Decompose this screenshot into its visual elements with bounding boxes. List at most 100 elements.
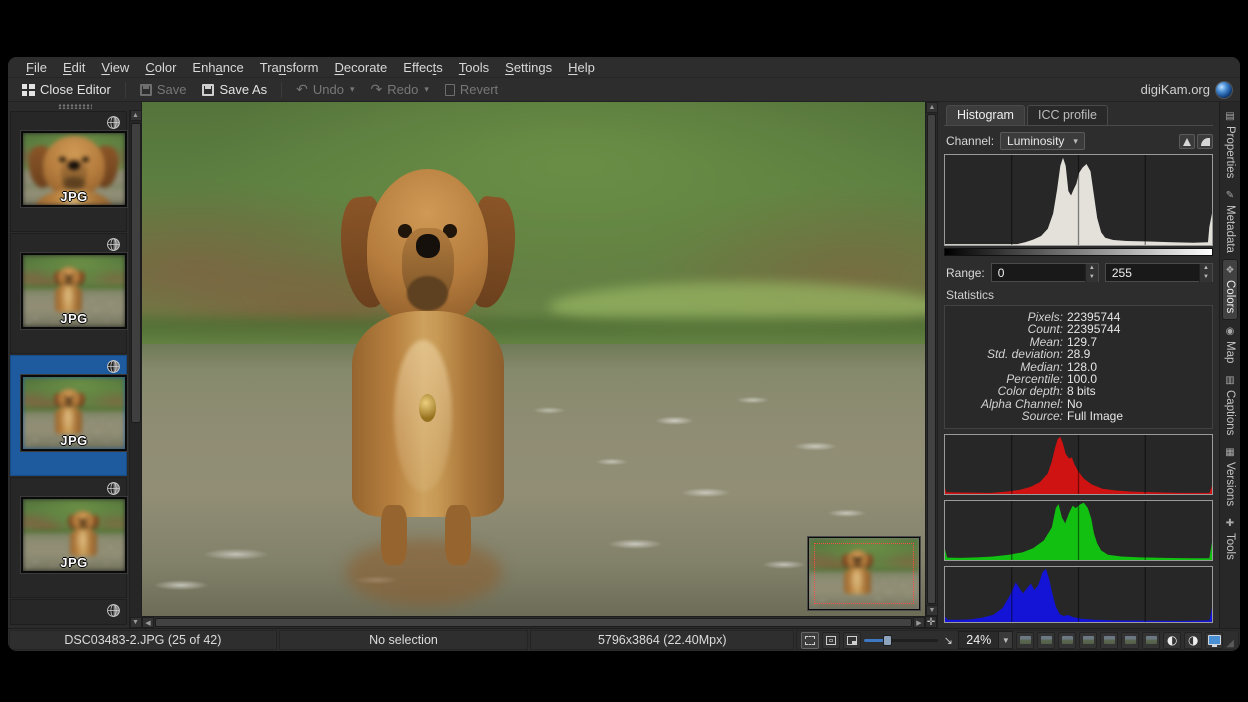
tab-icc-profile[interactable]: ICC profile [1027, 105, 1108, 125]
color-managed-view-button[interactable] [1205, 632, 1223, 649]
scrollbar-thumb[interactable] [155, 618, 912, 627]
tab-histogram[interactable]: Histogram [946, 105, 1025, 125]
tab-metadata[interactable]: ✎Metadata [1223, 185, 1237, 258]
menu-color[interactable]: Color [137, 59, 184, 76]
revert-icon [445, 84, 455, 96]
spin-up-icon[interactable]: ▲ [1200, 264, 1212, 273]
canvas-horizontal-scrollbar[interactable]: ◀ ▶ [142, 616, 925, 628]
zoom-slider[interactable] [864, 633, 938, 647]
over-exposure-indicator-button[interactable]: ◑ [1184, 632, 1202, 649]
undo-dropdown-icon[interactable]: ▾ [350, 84, 355, 95]
menu-file[interactable]: File [18, 59, 55, 76]
mini-preview-button-2[interactable] [1037, 632, 1055, 649]
menu-decorate[interactable]: Decorate [327, 59, 396, 76]
canvas-vertical-scrollbar[interactable]: ▲ ▼ [925, 102, 937, 616]
thumbnail-item-2[interactable]: JPG [10, 233, 127, 354]
menu-edit[interactable]: Edit [55, 59, 93, 76]
thumbnail-scrollbar[interactable]: ▲ ▼ [129, 110, 141, 628]
revert-button[interactable]: Revert [439, 80, 504, 99]
scroll-up-icon[interactable]: ▲ [130, 110, 142, 121]
zoom-level-combo[interactable]: 24% ▼ [958, 631, 1013, 649]
chevron-down-icon[interactable]: ▼ [998, 632, 1012, 648]
thumbnail-item-3-selected[interactable]: JPG [10, 355, 127, 476]
over-exposure-icon: ◑ [1188, 634, 1198, 646]
scrollbar-thumb[interactable] [927, 114, 936, 604]
filename-status: DSC03483-2.JPG (25 of 42) [9, 630, 277, 650]
tools-icon: ✚ [1225, 518, 1236, 529]
thumbnail-icon [1041, 636, 1052, 644]
resize-grip[interactable]: ◢ [1226, 639, 1234, 649]
zoom-slider-handle[interactable] [883, 635, 892, 646]
close-editor-button[interactable]: Close Editor [16, 80, 117, 99]
luminosity-histogram[interactable] [944, 154, 1213, 246]
menu-transform[interactable]: Transform [252, 59, 327, 76]
menu-settings[interactable]: Settings [497, 59, 560, 76]
colors-icon: ❖ [1225, 265, 1236, 276]
stat-row: Count:22395744 [949, 323, 1204, 335]
fit-to-window-button[interactable] [822, 632, 840, 649]
tone-gradient-bar [944, 248, 1213, 256]
scroll-left-icon[interactable]: ◀ [142, 617, 154, 628]
save-button[interactable]: Save [134, 80, 193, 99]
tab-properties[interactable]: ▤Properties [1223, 106, 1237, 183]
channel-select[interactable]: Luminosity ▾ [1000, 132, 1085, 150]
mini-preview-button-3[interactable] [1058, 632, 1076, 649]
range-max-spinbox[interactable]: 255 ▲▼ [1105, 263, 1213, 282]
toolbar-separator [281, 82, 282, 98]
undo-button[interactable]: ↶ Undo▾ [290, 80, 360, 99]
editor-canvas[interactable] [142, 102, 925, 616]
save-as-button[interactable]: Save As [196, 80, 273, 99]
spin-up-icon[interactable]: ▲ [1086, 264, 1098, 273]
zoom-1-1-icon [847, 636, 857, 645]
scrollbar-thumb[interactable] [131, 123, 141, 423]
thumbnail-icon [1146, 636, 1157, 644]
log-scale-button[interactable] [1197, 134, 1213, 149]
visible-region-rect[interactable] [814, 543, 914, 604]
redo-button[interactable]: ↷ Redo▾ [365, 80, 435, 99]
tab-tools[interactable]: ✚Tools [1223, 513, 1237, 565]
format-badge: JPG [23, 555, 125, 570]
scroll-down-icon[interactable]: ▼ [130, 617, 142, 628]
selection-status: No selection [279, 630, 528, 650]
main-toolbar: Close Editor Save Save As ↶ Undo▾ ↷ Redo… [8, 78, 1240, 102]
thumbbar-drag-handle[interactable] [8, 102, 141, 110]
menu-help[interactable]: Help [560, 59, 603, 76]
mini-preview-button-7[interactable] [1142, 632, 1160, 649]
pan-tool-button[interactable]: ✛ [925, 616, 937, 628]
stat-row: Source:Full Image [949, 410, 1204, 422]
spin-down-icon[interactable]: ▼ [1086, 273, 1098, 282]
tab-map[interactable]: ◉Map [1223, 321, 1237, 368]
mini-preview-button-4[interactable] [1079, 632, 1097, 649]
zoom-fit-icon[interactable]: ↘ [941, 634, 955, 647]
redo-dropdown-icon[interactable]: ▾ [424, 84, 429, 95]
mini-preview-button-6[interactable] [1121, 632, 1139, 649]
mini-preview-button-1[interactable] [1016, 632, 1034, 649]
under-exposure-icon: ◐ [1167, 634, 1177, 646]
thumbnail-item-5[interactable] [10, 599, 127, 625]
spin-down-icon[interactable]: ▼ [1200, 273, 1212, 282]
tab-captions[interactable]: ▥Captions [1223, 370, 1237, 440]
thumbnail-item-4[interactable]: JPG [10, 477, 127, 598]
menu-tools[interactable]: Tools [451, 59, 497, 76]
zoom-100-button[interactable] [843, 632, 861, 649]
log-histogram-icon [1201, 138, 1210, 146]
linear-scale-button[interactable] [1179, 134, 1195, 149]
blue-histogram [944, 566, 1213, 623]
mini-preview-button-5[interactable] [1100, 632, 1118, 649]
range-min-spinbox[interactable]: 0 ▲▼ [991, 263, 1099, 282]
colors-panel: Histogram ICC profile Channel: Luminosit… [937, 102, 1219, 628]
tab-colors[interactable]: ❖Colors [1223, 260, 1237, 318]
menu-enhance[interactable]: Enhance [184, 59, 251, 76]
zoom-controls: ↘ 24% ▼ ◐ ◑ ◢ [796, 630, 1239, 650]
menu-view[interactable]: View [93, 59, 137, 76]
dimensions-status: 5796x3864 (22.40Mpx) [530, 630, 794, 650]
menu-effects[interactable]: Effects [395, 59, 451, 76]
tab-versions[interactable]: ▦Versions [1223, 442, 1237, 511]
scroll-right-icon[interactable]: ▶ [913, 617, 925, 628]
under-exposure-indicator-button[interactable]: ◐ [1163, 632, 1181, 649]
pan-preview-overlay[interactable] [808, 537, 920, 610]
thumbnail-item-1[interactable]: JPG [10, 111, 127, 232]
range-label: Range: [946, 266, 985, 280]
geolocation-icon [106, 237, 121, 252]
selection-tool-button[interactable] [801, 632, 819, 649]
